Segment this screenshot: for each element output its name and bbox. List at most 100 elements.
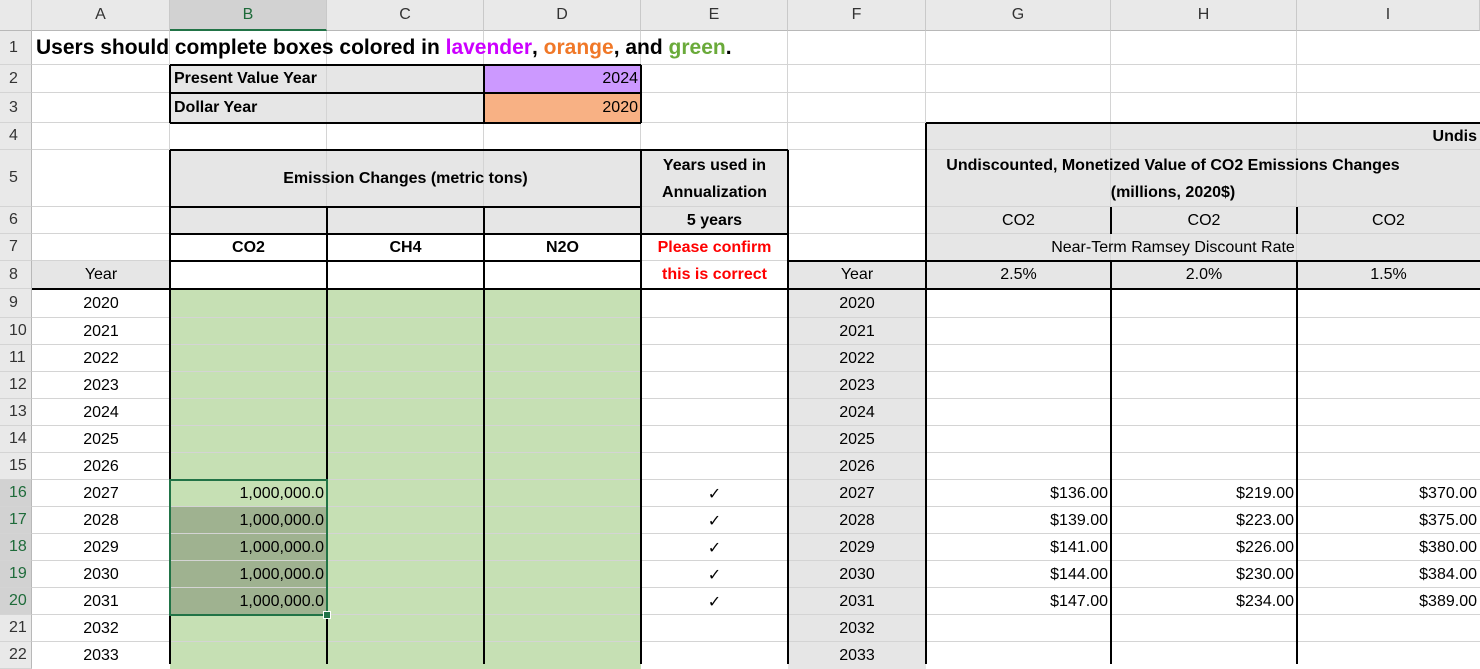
row-header-16[interactable]: 16 (0, 480, 32, 507)
year-cell[interactable]: 2024 (32, 399, 170, 426)
ch4-input-cell[interactable] (327, 289, 484, 318)
n2o-input-cell[interactable] (484, 642, 641, 669)
right-year-cell[interactable]: 2027 (788, 480, 926, 507)
selection-range[interactable] (169, 479, 328, 616)
co2-input-cell[interactable] (170, 642, 327, 669)
row-header-5[interactable]: 5 (0, 150, 32, 207)
value-g-cell[interactable] (926, 372, 1111, 399)
row-header-7[interactable]: 7 (0, 234, 32, 261)
year-cell[interactable]: 2025 (32, 426, 170, 453)
year-cell[interactable]: 2032 (32, 615, 170, 642)
value-i-cell[interactable] (1297, 615, 1480, 642)
ch4-input-cell[interactable] (327, 318, 484, 345)
value-i-cell[interactable] (1297, 453, 1480, 480)
value-i-cell[interactable]: $384.00 (1297, 561, 1480, 588)
value-i-cell[interactable] (1297, 372, 1480, 399)
ch4-input-cell[interactable] (327, 345, 484, 372)
row-header-2[interactable]: 2 (0, 65, 32, 93)
column-header-a[interactable]: A (32, 0, 170, 31)
co2-input-cell[interactable] (170, 426, 327, 453)
row-header-6[interactable]: 6 (0, 207, 32, 234)
value-g-cell[interactable]: $144.00 (926, 561, 1111, 588)
row-header-8[interactable]: 8 (0, 261, 32, 289)
year-cell[interactable]: 2029 (32, 534, 170, 561)
year-cell[interactable]: 2030 (32, 561, 170, 588)
value-g-cell[interactable] (926, 399, 1111, 426)
n2o-input-cell[interactable] (484, 318, 641, 345)
right-year-cell[interactable]: 2028 (788, 507, 926, 534)
value-h-cell[interactable] (1111, 453, 1297, 480)
column-header-d[interactable]: D (484, 0, 641, 31)
year-cell[interactable]: 2026 (32, 453, 170, 480)
row-header-20[interactable]: 20 (0, 588, 32, 615)
right-year-cell[interactable]: 2033 (788, 642, 926, 669)
column-header-i[interactable]: I (1297, 0, 1480, 31)
row-header-18[interactable]: 18 (0, 534, 32, 561)
n2o-input-cell[interactable] (484, 289, 641, 318)
value-g-cell[interactable] (926, 345, 1111, 372)
value-h-cell[interactable] (1111, 426, 1297, 453)
row-header-21[interactable]: 21 (0, 615, 32, 642)
value-i-cell[interactable] (1297, 426, 1480, 453)
n2o-input-cell[interactable] (484, 534, 641, 561)
n2o-input-cell[interactable] (484, 426, 641, 453)
row-header-19[interactable]: 19 (0, 561, 32, 588)
value-h-cell[interactable] (1111, 289, 1297, 318)
ch4-input-cell[interactable] (327, 534, 484, 561)
row-header-22[interactable]: 22 (0, 642, 32, 669)
n2o-input-cell[interactable] (484, 372, 641, 399)
ch4-input-cell[interactable] (327, 642, 484, 669)
value-i-cell[interactable]: $370.00 (1297, 480, 1480, 507)
right-year-cell[interactable]: 2029 (788, 534, 926, 561)
value-i-cell[interactable]: $380.00 (1297, 534, 1480, 561)
right-year-cell[interactable]: 2025 (788, 426, 926, 453)
value-i-cell[interactable] (1297, 642, 1480, 669)
ch4-input-cell[interactable] (327, 372, 484, 399)
right-year-cell[interactable]: 2021 (788, 318, 926, 345)
right-year-cell[interactable]: 2026 (788, 453, 926, 480)
row-header-4[interactable]: 4 (0, 123, 32, 150)
row-header-10[interactable]: 10 (0, 318, 32, 345)
ch4-input-cell[interactable] (327, 426, 484, 453)
ch4-input-cell[interactable] (327, 588, 484, 615)
co2-input-cell[interactable] (170, 372, 327, 399)
right-year-cell[interactable]: 2023 (788, 372, 926, 399)
row-header-14[interactable]: 14 (0, 426, 32, 453)
value-h-cell[interactable]: $219.00 (1111, 480, 1297, 507)
year-cell[interactable]: 2023 (32, 372, 170, 399)
year-cell[interactable]: 2028 (32, 507, 170, 534)
column-header-h[interactable]: H (1111, 0, 1297, 31)
value-i-cell[interactable] (1297, 345, 1480, 372)
ch4-input-cell[interactable] (327, 399, 484, 426)
right-year-cell[interactable]: 2024 (788, 399, 926, 426)
column-header-b[interactable]: B (170, 0, 327, 31)
row-header-1[interactable]: 1 (0, 31, 32, 65)
value-h-cell[interactable]: $230.00 (1111, 561, 1297, 588)
value-g-cell[interactable] (926, 615, 1111, 642)
year-cell[interactable]: 2022 (32, 345, 170, 372)
year-cell[interactable]: 2033 (32, 642, 170, 669)
row-header-12[interactable]: 12 (0, 372, 32, 399)
value-h-cell[interactable] (1111, 318, 1297, 345)
co2-input-cell[interactable] (170, 318, 327, 345)
column-header-g[interactable]: G (926, 0, 1111, 31)
co2-input-cell[interactable] (170, 289, 327, 318)
row-header-15[interactable]: 15 (0, 453, 32, 480)
right-year-cell[interactable]: 2022 (788, 345, 926, 372)
row-header-13[interactable]: 13 (0, 399, 32, 426)
right-year-cell[interactable]: 2032 (788, 615, 926, 642)
year-cell[interactable]: 2020 (32, 289, 170, 318)
n2o-input-cell[interactable] (484, 615, 641, 642)
co2-input-cell[interactable] (170, 453, 327, 480)
value-g-cell[interactable] (926, 426, 1111, 453)
year-cell[interactable]: 2021 (32, 318, 170, 345)
select-all-corner[interactable] (0, 0, 32, 31)
value-i-cell[interactable] (1297, 399, 1480, 426)
value-g-cell[interactable]: $147.00 (926, 588, 1111, 615)
row-header-11[interactable]: 11 (0, 345, 32, 372)
value-h-cell[interactable] (1111, 615, 1297, 642)
column-header-e[interactable]: E (641, 0, 788, 31)
n2o-input-cell[interactable] (484, 453, 641, 480)
year-cell[interactable]: 2027 (32, 480, 170, 507)
right-year-cell[interactable]: 2030 (788, 561, 926, 588)
